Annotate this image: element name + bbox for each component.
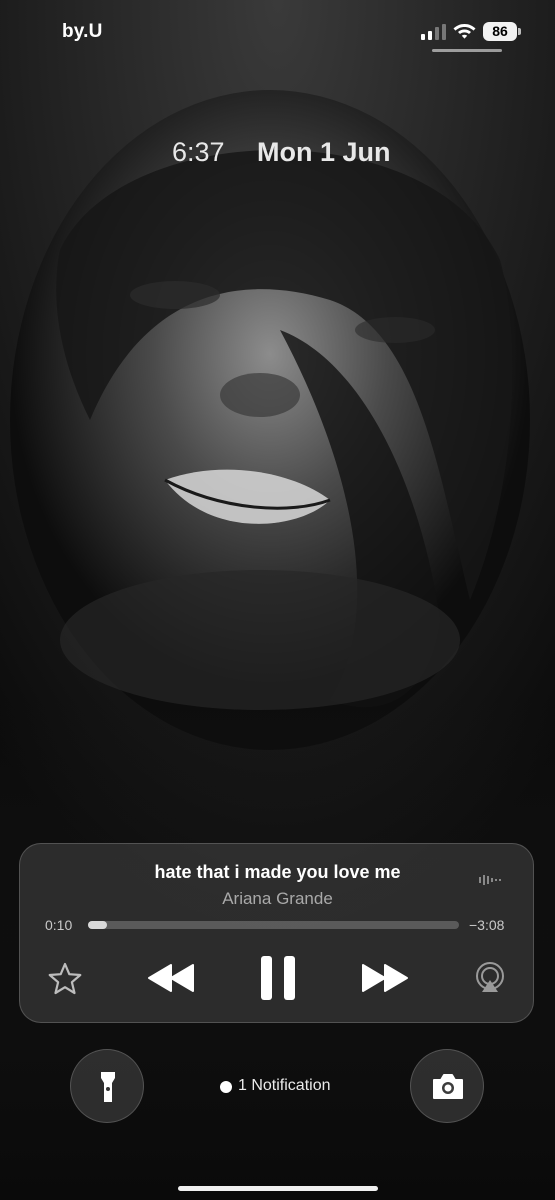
wifi-icon [453,24,476,39]
pause-icon[interactable] [259,956,297,1000]
control-center-indicator[interactable] [432,49,502,52]
carrier-name: by.U [62,21,103,42]
battery-indicator: 86 [483,22,517,41]
progress-fill [88,921,107,929]
cellular-signal-icon [421,24,446,40]
rewind-icon[interactable] [147,962,195,994]
song-title[interactable]: hate that i made you love me [20,862,535,883]
now-playing-widget[interactable]: hate that i made you love me Ariana Gran… [19,843,534,1023]
status-bar: by.U 86 [0,0,555,60]
camera-button[interactable] [410,1049,484,1123]
home-indicator[interactable] [178,1186,378,1191]
flashlight-button[interactable] [70,1049,144,1123]
time-label: 6:37 [172,137,225,167]
star-icon[interactable] [47,961,83,997]
camera-icon [433,1074,463,1099]
artist-name[interactable]: Ariana Grande [20,889,535,909]
notification-dot [220,1081,232,1093]
airplay-icon[interactable] [473,961,507,995]
date-label: Mon 1 Jun [257,137,391,167]
remaining-time: −3:08 [469,917,505,933]
notification-label: 1 Notification [238,1077,331,1094]
elapsed-time: 0:10 [45,917,73,933]
flashlight-icon [101,1072,115,1102]
lock-screen-clock: 6:37 Mon 1 Jun [0,135,555,175]
progress-scrubber[interactable] [88,921,459,929]
fast-forward-icon[interactable] [361,962,409,994]
audio-waveform-icon [479,875,501,885]
battery-cap [518,28,521,35]
